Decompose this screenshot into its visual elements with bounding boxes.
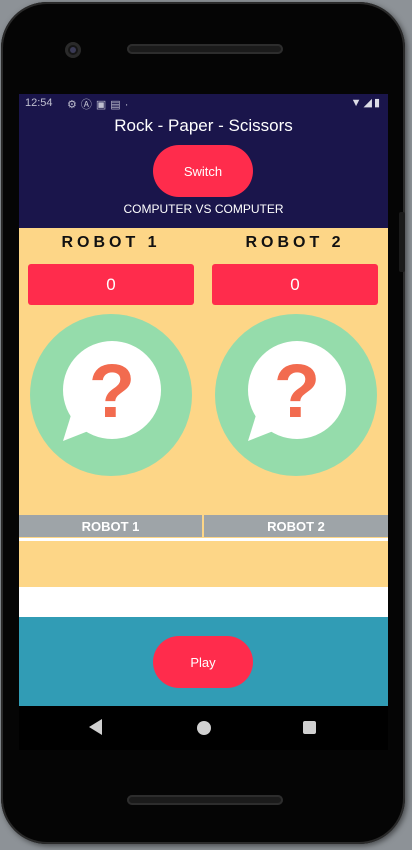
dot-icon: · — [124, 99, 133, 111]
status-bar: 12:54 ⚙Ⓐ▣▤· ▼◢▮ — [19, 94, 388, 114]
battery-icon: ▮ — [373, 97, 382, 109]
home-icon[interactable] — [197, 721, 211, 735]
photo-icon: ▣ — [95, 99, 111, 111]
svg-text:?: ? — [89, 349, 135, 434]
front-camera — [65, 42, 81, 58]
game-area: ROBOT 1 ROBOT 2 0 0 ? ? ROBOT 1 ROBOT 2 — [19, 228, 388, 610]
divider — [19, 538, 388, 541]
player1-result-label: ROBOT 1 — [19, 515, 202, 537]
recent-apps-icon[interactable] — [303, 721, 316, 734]
svg-text:?: ? — [274, 349, 320, 434]
player2-score: 0 — [212, 264, 378, 305]
a-icon: Ⓐ — [80, 99, 96, 111]
system-icons: ▼◢▮ — [351, 96, 382, 109]
player1-choice-icon: ? — [30, 314, 192, 476]
earpiece-speaker — [127, 44, 283, 54]
app-header: Rock - Paper - Scissors Switch COMPUTER … — [19, 114, 388, 228]
player2-result-label: ROBOT 2 — [204, 515, 388, 537]
play-button[interactable]: Play — [153, 636, 253, 688]
android-nav-bar — [19, 706, 388, 750]
spacer-strip — [19, 587, 388, 617]
player1-name: ROBOT 1 — [61, 234, 161, 251]
app-screen: 12:54 ⚙Ⓐ▣▤· ▼◢▮ Rock - Paper - Scissors … — [19, 94, 388, 706]
lock-icon: ▤ — [110, 99, 125, 111]
player1-score: 0 — [28, 264, 194, 305]
signal-icon: ◢ — [363, 97, 374, 109]
app-footer: Play — [19, 617, 388, 706]
back-icon[interactable] — [89, 719, 102, 735]
status-time: 12:54 — [25, 97, 53, 109]
app-title: Rock - Paper - Scissors — [114, 116, 293, 135]
mode-label: COMPUTER VS COMPUTER — [123, 202, 284, 216]
player2-choice-icon: ? — [215, 314, 377, 476]
player2-name: ROBOT 2 — [245, 234, 345, 251]
switch-button[interactable]: Switch — [153, 145, 253, 197]
notification-icons: ⚙Ⓐ▣▤· — [67, 96, 132, 112]
gear-icon: ⚙ — [67, 99, 81, 111]
phone-side-button — [399, 212, 405, 272]
bottom-speaker — [127, 795, 283, 805]
wifi-icon: ▼ — [350, 97, 364, 109]
